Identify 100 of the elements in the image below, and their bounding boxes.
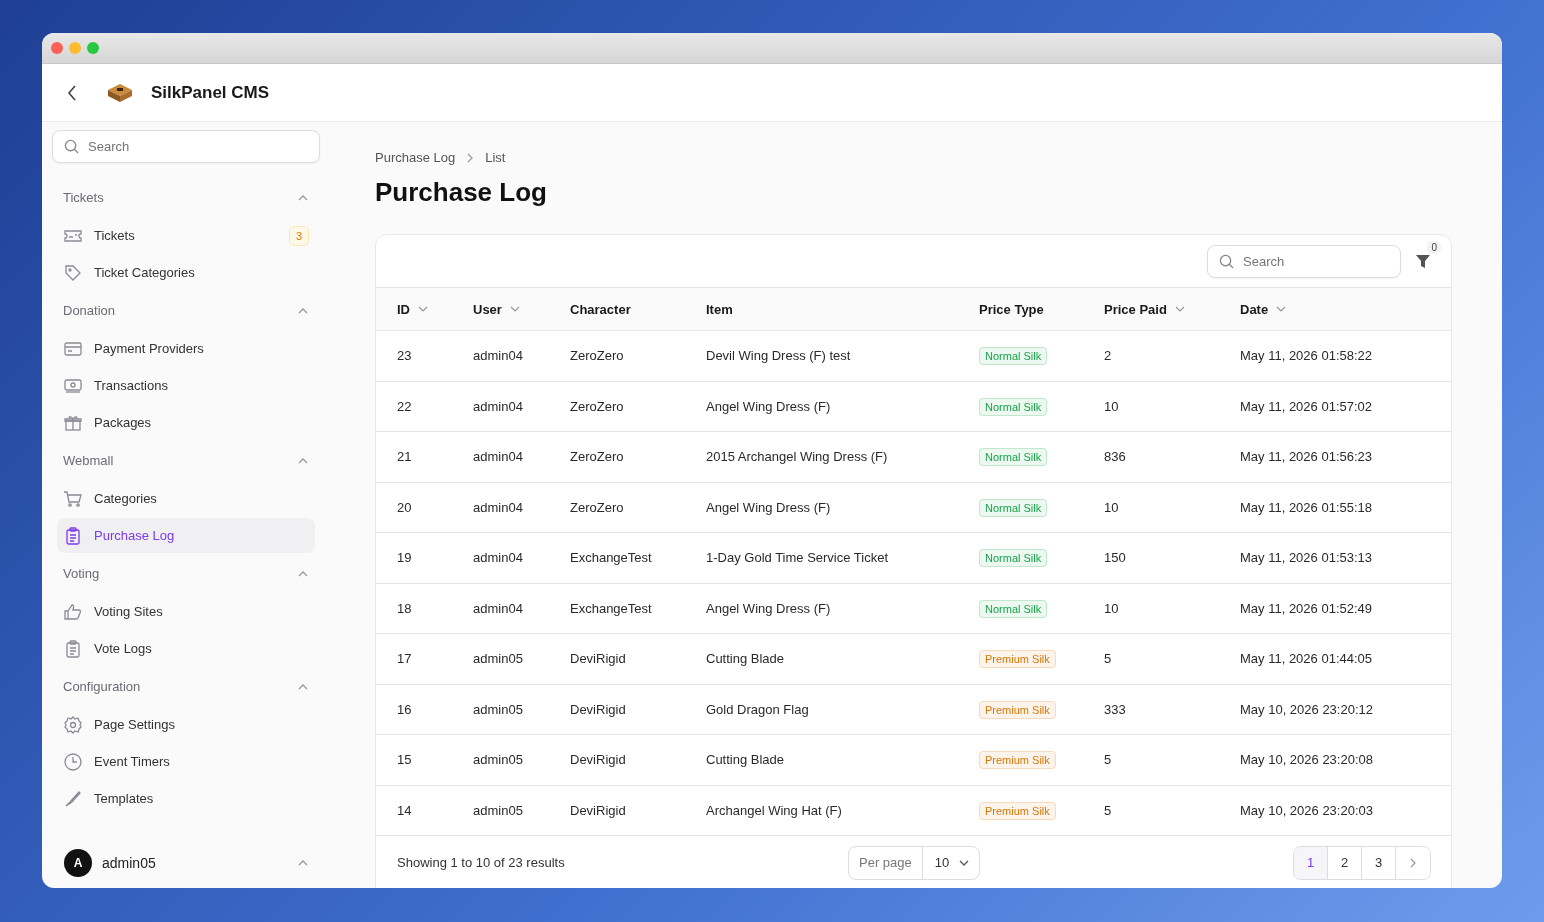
item-cell: 2015 Archangel Wing Dress (F) (706, 449, 888, 465)
id-cell: 18 (397, 600, 412, 616)
sidebar-item[interactable]: Purchase Log (57, 518, 315, 553)
item-cell: Angel Wing Dress (F) (706, 398, 831, 414)
price-cell: 5 (1104, 752, 1112, 768)
sidebar-item[interactable]: Voting Sites (57, 594, 315, 629)
column-header: Price Type (979, 301, 1044, 317)
filter-count-badge: 0 (1427, 241, 1441, 254)
price-type-tag: Premium Silk (979, 801, 1056, 820)
id-cell: 19 (397, 550, 412, 566)
group-label: Voting (63, 566, 100, 581)
id-cell: 15 (397, 752, 412, 768)
price-cell: 10 (1104, 398, 1119, 414)
user-cell: admin05 (473, 752, 523, 768)
sidebar-item[interactable]: Transactions (57, 368, 315, 403)
id-cell: 23 (397, 348, 412, 364)
character-cell: DeviRigid (570, 802, 626, 818)
price-type-tag: Normal Silk (979, 448, 1048, 467)
character-cell: DeviRigid (570, 752, 626, 768)
user-cell: admin04 (473, 348, 523, 364)
price-type-tag: Normal Silk (979, 397, 1048, 416)
user-cell: admin04 (473, 499, 523, 515)
item-cell: 1-Day Gold Time Service Ticket (706, 550, 889, 566)
user-cell: admin05 (473, 651, 523, 667)
item-cell: Devil Wing Dress (F) test (706, 348, 851, 364)
character-cell: ZeroZero (570, 398, 624, 414)
date-cell: May 11, 2026 01:58:22 (1240, 348, 1373, 364)
breadcrumb-current: List (485, 150, 506, 165)
item-cell: Cutting Blade (706, 752, 785, 768)
column-header[interactable]: User (473, 301, 502, 317)
price-cell: 10 (1104, 499, 1119, 515)
column-header[interactable]: ID (397, 301, 410, 317)
sidebar-item[interactable]: Ticket Categories (57, 255, 315, 290)
sidebar-item[interactable]: Packages (57, 405, 315, 440)
breadcrumb-link[interactable]: Purchase Log (375, 150, 456, 165)
search-field[interactable]: Search (52, 130, 320, 163)
page-button[interactable]: 1 (1294, 846, 1328, 879)
app-title: SilkPanel CMS (151, 82, 270, 103)
character-cell: ExchangeTest (570, 600, 652, 616)
item-cell: Archangel Wing Hat (F) (706, 802, 842, 818)
price-type-tag: Premium Silk (979, 650, 1056, 669)
column-header: Item (706, 301, 733, 317)
sidebar-item[interactable]: Event Timers (57, 744, 315, 779)
user-avatar[interactable]: A (64, 849, 92, 877)
user-cell: admin04 (473, 550, 523, 566)
price-type-tag: Normal Silk (979, 498, 1048, 517)
price-cell: 5 (1104, 802, 1112, 818)
page-title: Purchase Log (375, 177, 548, 208)
date-cell: May 11, 2026 01:52:49 (1240, 600, 1373, 616)
user-cell: admin04 (473, 600, 523, 616)
user-cell: admin04 (473, 449, 523, 465)
price-type-tag: Premium Silk (979, 700, 1056, 719)
price-cell: 5 (1104, 651, 1112, 667)
price-cell: 333 (1104, 701, 1126, 717)
character-cell: DeviRigid (570, 701, 626, 717)
search-field[interactable]: Search (1207, 244, 1401, 278)
id-cell: 22 (397, 398, 412, 414)
sidebar-item[interactable]: Page Settings (57, 707, 315, 742)
count-badge: 3 (288, 225, 309, 246)
column-header[interactable]: Price Paid (1104, 301, 1167, 317)
user-cell: admin05 (473, 701, 523, 717)
price-cell: 10 (1104, 600, 1119, 616)
id-cell: 14 (397, 802, 412, 818)
sidebar-item[interactable]: Tickets 3 (57, 218, 315, 253)
item-cell: Angel Wing Dress (F) (706, 499, 831, 515)
column-header[interactable]: Date (1240, 301, 1269, 317)
price-type-tag: Normal Silk (979, 347, 1048, 366)
date-cell: May 10, 2026 23:20:08 (1240, 752, 1373, 768)
date-cell: May 10, 2026 23:20:03 (1240, 802, 1373, 818)
id-cell: 16 (397, 701, 412, 717)
column-header: Character (570, 301, 631, 317)
price-cell: 836 (1104, 449, 1126, 465)
price-cell: 2 (1104, 348, 1112, 364)
date-cell: May 11, 2026 01:56:23 (1240, 449, 1373, 465)
group-label: Webmall (63, 453, 114, 468)
character-cell: ExchangeTest (570, 550, 652, 566)
user-name: admin05 (102, 855, 157, 871)
sidebar-item[interactable]: Categories (57, 481, 315, 516)
item-cell: Angel Wing Dress (F) (706, 600, 831, 616)
sidebar-item[interactable]: Vote Logs (57, 631, 315, 666)
price-cell: 150 (1104, 550, 1126, 566)
character-cell: ZeroZero (570, 348, 624, 364)
date-cell: May 11, 2026 01:53:13 (1240, 550, 1373, 566)
group-label: Donation (63, 303, 116, 318)
character-cell: DeviRigid (570, 651, 626, 667)
date-cell: May 11, 2026 01:57:02 (1240, 398, 1373, 414)
group-label: Tickets (63, 190, 104, 205)
per-page-select[interactable]: Per page 10 (848, 845, 981, 880)
user-cell: admin05 (473, 802, 523, 818)
price-type-tag: Normal Silk (979, 599, 1048, 618)
id-cell: 20 (397, 499, 412, 515)
price-type-tag: Premium Silk (979, 751, 1056, 770)
character-cell: ZeroZero (570, 499, 624, 515)
item-cell: Cutting Blade (706, 651, 785, 667)
sidebar-item[interactable]: Payment Providers (57, 331, 315, 366)
price-type-tag: Normal Silk (979, 549, 1048, 568)
id-cell: 17 (397, 651, 412, 667)
user-cell: admin04 (473, 398, 523, 414)
item-cell: Gold Dragon Flag (706, 701, 809, 717)
sidebar-item[interactable]: Templates (57, 781, 315, 816)
